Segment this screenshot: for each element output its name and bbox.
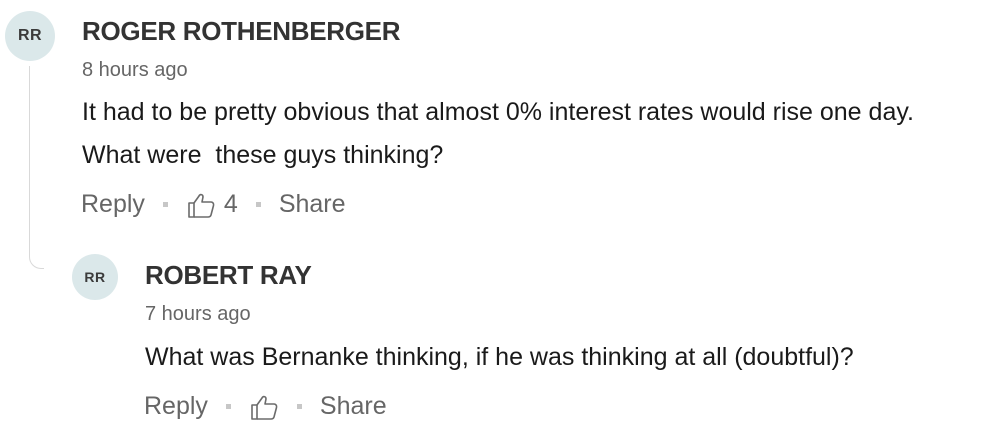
- like-count: 4: [223, 190, 238, 218]
- comment-timestamp: 8 hours ago: [82, 59, 188, 81]
- comment-author[interactable]: ROGER ROTHENBERGER: [82, 16, 400, 47]
- reply-comment: RR ROBERT RAY 7 hours ago What was Berna…: [0, 240, 1007, 439]
- comment: RR ROGER ROTHENBERGER 8 hours ago It had…: [0, 0, 1007, 240]
- comment-author[interactable]: ROBERT RAY: [145, 260, 312, 291]
- avatar-initials: RR: [17, 27, 43, 44]
- comment-body-line: What was Bernanke thinking, if he was th…: [145, 343, 854, 371]
- comment-body-line: It had to be pretty obvious that almost …: [82, 98, 914, 126]
- like-button[interactable]: 4: [186, 190, 238, 219]
- like-button[interactable]: [249, 394, 279, 420]
- avatar-initials: RR: [84, 269, 106, 285]
- reply-button[interactable]: Reply: [81, 190, 145, 219]
- comment-timestamp: 7 hours ago: [145, 303, 251, 325]
- separator-dot: [296, 404, 302, 409]
- share-button[interactable]: Share: [279, 190, 346, 219]
- avatar[interactable]: RR: [72, 254, 118, 300]
- comment-actions: Reply Share: [144, 392, 387, 421]
- avatar[interactable]: RR: [5, 11, 55, 61]
- comment-body-line: What were these guys thinking?: [82, 141, 444, 169]
- thumbs-up-icon: [249, 394, 279, 420]
- separator-dot: [162, 202, 168, 207]
- comment-actions: Reply 4 Share: [81, 190, 346, 219]
- reply-button[interactable]: Reply: [144, 392, 208, 421]
- separator-dot: [225, 404, 231, 409]
- thumbs-up-icon: [186, 192, 216, 218]
- separator-dot: [255, 202, 261, 207]
- share-button[interactable]: Share: [320, 392, 387, 421]
